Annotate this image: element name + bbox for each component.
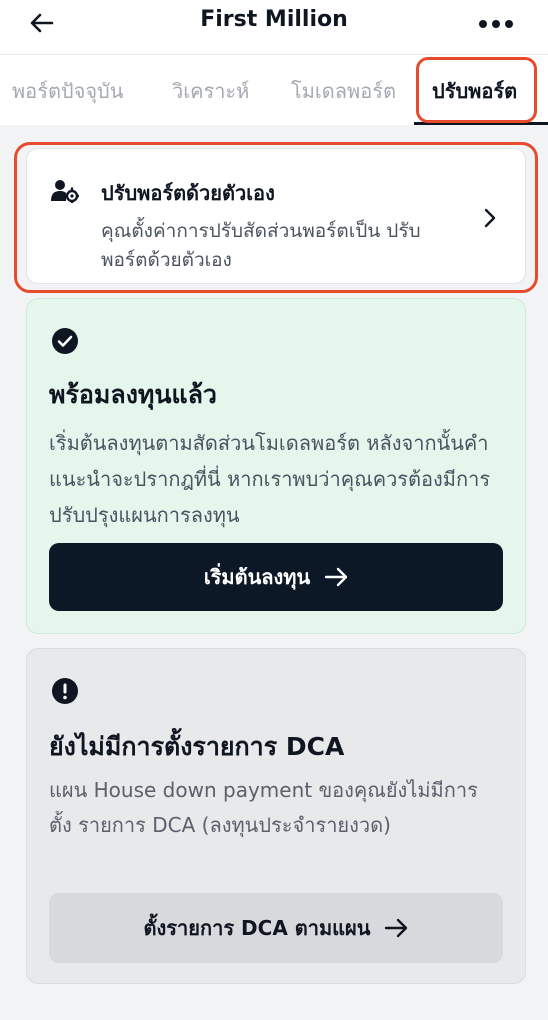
ready-to-invest-card: พร้อมลงทุนแล้ว เริ่มต้นลงทุนตามสัดส่วนโม… — [26, 298, 526, 634]
user-gear-icon — [51, 179, 81, 207]
arrow-right-icon — [324, 567, 348, 587]
setup-dca-label: ตั้งรายการ DCA ตามแผน — [143, 916, 371, 940]
manual-rebalance-card[interactable]: ปรับพอร์ตด้วยตัวเอง คุณตั้งค่าการปรับสัด… — [26, 148, 526, 284]
manual-rebalance-title: ปรับพอร์ตด้วยตัวเอง — [101, 181, 275, 205]
arrow-right-icon — [385, 918, 408, 938]
start-investing-button[interactable]: เริ่มต้นลงทุน — [49, 543, 503, 611]
tab-model-portfolio[interactable]: โมเดลพอร์ต — [291, 75, 396, 107]
tab-bar: พอร์ตปัจจุบัน วิเคราะห์ โมเดลพอร์ต ปรับพ… — [0, 55, 548, 125]
chevron-right-icon — [483, 207, 497, 233]
top-bar: First Million — [0, 0, 548, 55]
ready-title: พร้อมลงทุนแล้ว — [49, 380, 217, 409]
tab-rebalance[interactable]: ปรับพอร์ต — [432, 75, 517, 107]
dca-description: แผน House down payment ของคุณยังไม่มีการ… — [49, 778, 478, 837]
exclamation-circle-icon — [51, 677, 79, 709]
more-dot — [479, 20, 487, 28]
page-title: First Million — [200, 7, 348, 32]
more-dot — [505, 20, 513, 28]
manual-rebalance-description: คุณตั้งค่าการปรับสัดส่วนพอร์ตเป็น ปรับพอ… — [101, 220, 421, 271]
dca-title: ยังไม่มีการตั้งรายการ DCA — [49, 732, 345, 761]
ready-description: เริ่มต้นลงทุนตามสัดส่วนโมเดลพอร์ต หลังจา… — [49, 431, 491, 527]
start-investing-label: เริ่มต้นลงทุน — [203, 565, 311, 589]
tab-analysis[interactable]: วิเคราะห์ — [172, 75, 249, 107]
tab-current-portfolio[interactable]: พอร์ตปัจจุบัน — [12, 75, 123, 107]
more-button[interactable] — [472, 10, 520, 38]
more-dot — [492, 20, 500, 28]
check-circle-icon — [51, 327, 79, 359]
dca-card: ยังไม่มีการตั้งรายการ DCA แผน House down… — [26, 648, 526, 984]
setup-dca-button[interactable]: ตั้งรายการ DCA ตามแผน — [49, 893, 503, 963]
active-tab-indicator — [414, 122, 548, 125]
